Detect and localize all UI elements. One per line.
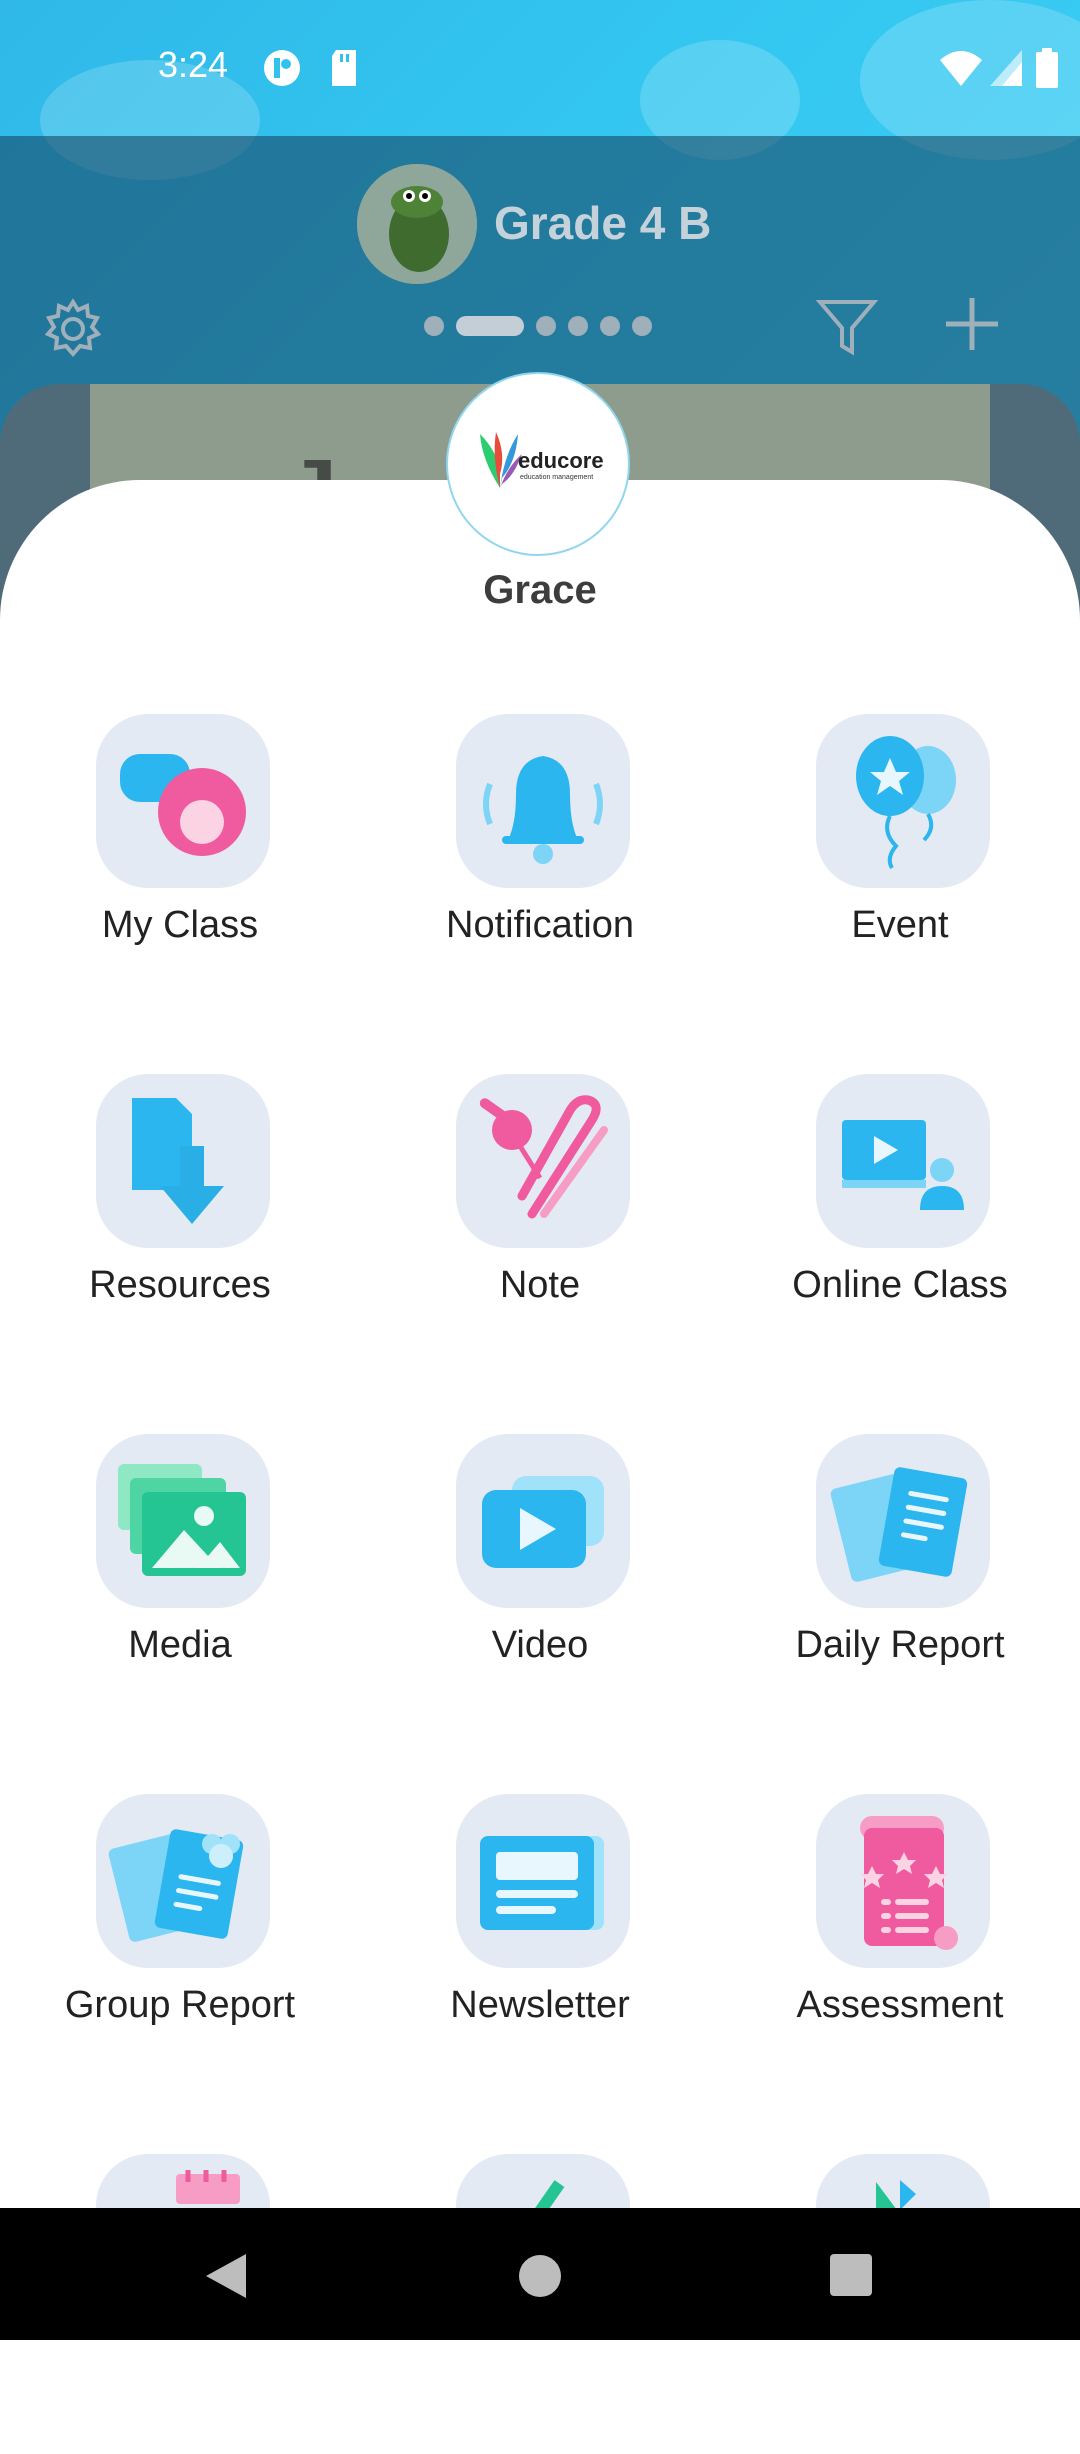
assessment-scroll-icon [816, 1794, 990, 1968]
menu-grid: My Class Notification Event Resources No… [0, 0, 1080, 2340]
menu-item-label: Group Report [64, 1984, 296, 2026]
image-gallery-icon [96, 1434, 270, 1608]
menu-item-note[interactable]: Note [360, 1074, 720, 1374]
pin-clip-icon [456, 1074, 630, 1248]
menu-item-label: Media [128, 1624, 232, 1666]
menu-item-my-class[interactable]: My Class [0, 714, 360, 1014]
menu-item-label: Daily Report [795, 1624, 1005, 1666]
balloons-icon [816, 714, 990, 888]
menu-item-label: Newsletter [450, 1984, 630, 2026]
recents-icon[interactable] [830, 2254, 872, 2301]
file-download-icon [96, 1074, 270, 1248]
system-nav-bar [0, 2208, 1080, 2340]
newsletter-icon [456, 1794, 630, 1968]
menu-item-newsletter[interactable]: Newsletter [360, 1794, 720, 2094]
menu-item-label: Assessment [796, 1984, 1004, 2026]
menu-item-label: Online Class [792, 1264, 1008, 1306]
home-icon[interactable] [518, 2254, 562, 2303]
menu-item-label: Event [851, 904, 949, 946]
menu-item-daily-report[interactable]: Daily Report [720, 1434, 1080, 1734]
menu-item-assessment[interactable]: Assessment [720, 1794, 1080, 2094]
back-icon[interactable] [204, 2252, 248, 2305]
menu-item-label: Video [491, 1624, 589, 1666]
menu-item-label: My Class [101, 904, 259, 946]
menu-item-group-report[interactable]: Group Report [0, 1794, 360, 2094]
menu-item-media[interactable]: Media [0, 1434, 360, 1734]
menu-item-event[interactable]: Event [720, 714, 1080, 1014]
menu-item-label: Notification [446, 904, 634, 946]
video-presentation-icon [816, 1074, 990, 1248]
menu-item-video[interactable]: Video [360, 1434, 720, 1734]
menu-item-resources[interactable]: Resources [0, 1074, 360, 1374]
chat-bubbles-icon [96, 714, 270, 888]
menu-item-label: Note [499, 1264, 581, 1306]
menu-item-online-class[interactable]: Online Class [720, 1074, 1080, 1374]
menu-item-notification[interactable]: Notification [360, 714, 720, 1014]
play-video-icon [456, 1434, 630, 1608]
bell-icon [456, 714, 630, 888]
report-document-icon [816, 1434, 990, 1608]
menu-item-label: Resources [89, 1264, 271, 1306]
group-report-icon [96, 1794, 270, 1968]
